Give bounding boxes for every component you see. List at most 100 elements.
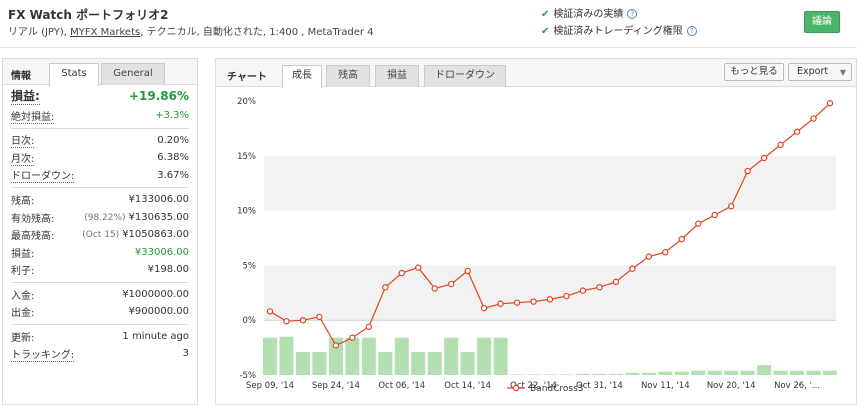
equity-percent: (98.22%) bbox=[84, 212, 126, 223]
interest-value: ¥198.00 bbox=[147, 264, 189, 276]
more-button[interactable]: もっと見る bbox=[724, 63, 784, 81]
balance-label: 残高: bbox=[11, 196, 35, 208]
equity-row: 有効残高: (98.22%) ¥130635.00 bbox=[11, 209, 189, 227]
data-point bbox=[563, 292, 570, 300]
data-point bbox=[398, 269, 405, 277]
discuss-button[interactable]: 議論 bbox=[804, 11, 840, 33]
drawdown-bar bbox=[345, 337, 360, 375]
drawdown-bar bbox=[394, 337, 409, 375]
data-point bbox=[546, 296, 554, 303]
drawdown-bar bbox=[625, 372, 640, 375]
drawdown-bar bbox=[559, 374, 574, 375]
withdrawals-row: 出金: ¥900000.00 bbox=[11, 303, 189, 321]
verified-trading-label: 検証済みトレーディング権限 bbox=[553, 26, 683, 37]
tracking-value: 3 bbox=[182, 348, 189, 360]
broker-link[interactable]: MYFX Markets bbox=[70, 27, 140, 38]
data-point bbox=[793, 128, 801, 135]
daily-row: 日次: 0.20% bbox=[11, 132, 189, 150]
x-tick-label: Oct 14, '14 bbox=[444, 381, 491, 391]
drawdown-bar bbox=[773, 370, 788, 375]
data-point bbox=[678, 235, 685, 243]
deposits-value: ¥1000000.00 bbox=[122, 288, 189, 300]
data-point bbox=[464, 267, 471, 275]
account-subtitle: リアル (JPY), MYFX Markets, テクニカル, 自動化された, … bbox=[8, 23, 374, 38]
data-point bbox=[662, 249, 669, 256]
y-tick-label: 10% bbox=[237, 207, 256, 217]
chart-panel: チャート 成長 残高 損益 ドローダウン もっと見る Export ▼ -5% 0%… bbox=[215, 58, 857, 405]
tab-stats[interactable]: Stats bbox=[49, 63, 99, 86]
drawdown-bar bbox=[279, 336, 294, 375]
withdrawals-value: ¥900000.00 bbox=[128, 306, 189, 318]
growth-chart: -5% 0% 5% 10% 15% 20% Sep 09, '14 Sep 24, '14 O… bbox=[237, 97, 837, 394]
drawdown-bar bbox=[757, 365, 772, 375]
data-point bbox=[431, 285, 438, 292]
tracking-label[interactable]: トラッキング: bbox=[11, 346, 75, 362]
tab-drawdown[interactable]: ドローダウン bbox=[424, 65, 506, 87]
data-point bbox=[744, 167, 751, 175]
data-point bbox=[382, 284, 389, 291]
y-tick-label: 0% bbox=[243, 316, 257, 326]
drawdown-bar bbox=[790, 370, 805, 375]
page-title: FX Watch ポートフォリオ2 bbox=[8, 8, 169, 22]
daily-label: 日次: bbox=[11, 132, 35, 149]
data-point bbox=[530, 298, 537, 305]
legend-marker bbox=[512, 384, 520, 392]
profit-label: 損益: bbox=[11, 248, 35, 260]
export-dropdown[interactable]: Export ▼ bbox=[788, 63, 852, 81]
data-point bbox=[810, 115, 817, 122]
grid-band bbox=[264, 155, 836, 211]
x-tick-label: Nov 26, '... bbox=[774, 381, 820, 391]
withdrawals-label: 出金: bbox=[11, 308, 35, 320]
drawdown-bar bbox=[740, 370, 755, 375]
gain-label: 損益: bbox=[11, 89, 40, 105]
drawdown-bar bbox=[575, 373, 590, 375]
chart-label: チャート bbox=[227, 72, 267, 83]
abs-gain-label: 絶対損益: bbox=[11, 108, 55, 124]
check-icon: ✔ bbox=[541, 26, 550, 37]
drawdown-bar bbox=[592, 373, 607, 375]
interest-row: 利子: ¥198.00 bbox=[11, 261, 189, 279]
data-point bbox=[629, 265, 636, 272]
tab-general[interactable]: General bbox=[101, 63, 165, 85]
drawdown-bar bbox=[641, 372, 656, 375]
verified-track-label: 検証済みの実績 bbox=[553, 9, 624, 20]
data-point bbox=[497, 300, 504, 307]
updated-row: 更新: 1 minute ago bbox=[11, 328, 189, 346]
data-point bbox=[579, 287, 587, 294]
legend-label[interactable]: BandCross3 bbox=[530, 384, 584, 394]
x-tick-label: Nov 11, '14 bbox=[641, 381, 690, 391]
drawdown-bar bbox=[493, 337, 508, 375]
x-tick-label: Oct 06, '14 bbox=[378, 381, 425, 391]
data-point bbox=[480, 304, 488, 312]
y-tick-label: 15% bbox=[237, 152, 256, 162]
balance-row: 残高: ¥133006.00 bbox=[11, 191, 189, 209]
tab-growth[interactable]: 成長 bbox=[282, 65, 322, 88]
help-icon[interactable]: ? bbox=[686, 26, 697, 36]
data-point bbox=[415, 264, 422, 271]
drawdown-bar bbox=[263, 337, 277, 375]
monthly-value: 6.38% bbox=[157, 152, 189, 164]
check-icon: ✔ bbox=[541, 9, 550, 20]
highest-date: (Oct 15) bbox=[82, 230, 120, 241]
abs-gain-row: 絶対損益: +3.3% bbox=[11, 107, 189, 125]
data-point bbox=[513, 299, 521, 306]
tab-balance[interactable]: 残高 bbox=[326, 65, 370, 87]
grid-band bbox=[264, 265, 836, 321]
data-point bbox=[612, 278, 620, 286]
subtitle-prefix: リアル (JPY), bbox=[8, 27, 71, 38]
updated-label: 更新: bbox=[11, 332, 35, 344]
page-header: FX Watch ポートフォリオ2 リアル (JPY), MYFX Market… bbox=[0, 0, 857, 48]
highest-label: 最高残高: bbox=[11, 231, 55, 243]
stats-panel: 情報 Stats General 損益: +19.86% 絶対損益: +3.3% 日… bbox=[2, 58, 198, 405]
drawdown-bar bbox=[526, 374, 541, 375]
verified-trading-privileges: ✔ 検証済みトレーディング権限? bbox=[541, 22, 697, 37]
tracking-row: トラッキング: 3 bbox=[11, 345, 189, 363]
drawdown-bar bbox=[411, 351, 426, 375]
help-icon[interactable]: ? bbox=[627, 9, 638, 19]
drawdown-bar bbox=[806, 370, 821, 375]
y-tick-label: -5% bbox=[239, 371, 256, 381]
y-tick-label: 5% bbox=[243, 261, 257, 271]
data-point bbox=[760, 154, 768, 162]
drawdown-bar bbox=[724, 370, 739, 375]
tab-profit[interactable]: 損益 bbox=[375, 65, 419, 87]
